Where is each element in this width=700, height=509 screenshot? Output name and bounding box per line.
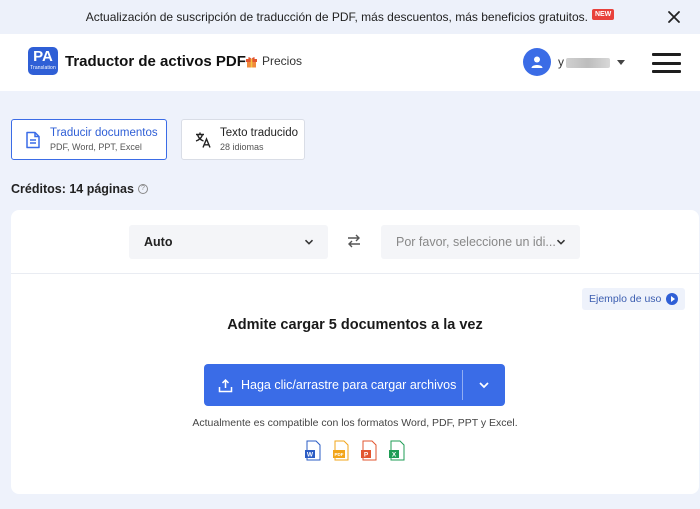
help-icon[interactable]: ? [137,184,148,194]
supported-formats-text: Actualmente es compatible con los format… [192,417,518,429]
excel-icon: X [389,440,405,461]
tab-subtitle: 28 idiomas [220,142,264,152]
hamburger-menu-icon[interactable] [652,53,681,73]
translate-icon [195,132,211,148]
username-text: y [558,55,564,69]
target-language-select[interactable]: Por favor, seleccione un idi... [381,225,580,259]
target-language-placeholder: Por favor, seleccione un idi... [396,235,556,249]
tab-translate-documents[interactable]: Traducir documentos PDF, Word, PPT, Exce… [11,119,167,160]
new-badge: NEW [591,8,615,20]
source-language-value: Auto [144,235,173,249]
svg-text:PDF: PDF [335,452,344,457]
tab-title: Traducir documentos [50,127,158,139]
upload-icon [218,378,233,392]
upload-button[interactable]: Haga clic/arrastre para cargar archivos [204,364,462,406]
avatar [523,48,551,76]
header: PA Translation Traductor de activos PDF … [0,34,700,91]
play-icon [666,293,679,305]
upload-button-group: Haga clic/arrastre para cargar archivos [204,364,505,406]
logo[interactable]: PA Translation [28,47,58,75]
usage-example-label: Ejemplo de uso [589,293,662,305]
tab-subtitle: PDF, Word, PPT, Excel [50,142,142,152]
swap-icon[interactable] [346,233,362,249]
username: y [558,55,610,69]
upload-label: Haga clic/arrastre para cargar archivos [241,378,457,392]
chevron-down-icon [479,382,489,389]
credits: Créditos: 14 páginas ? [11,182,148,196]
language-row: Auto Por favor, seleccione un idi... [11,210,699,274]
announcement-bar: Actualización de suscripción de traducci… [0,0,700,34]
user-icon [531,56,543,68]
pricing-label: Precios [262,54,303,68]
svg-text:X: X [392,452,397,459]
word-icon: W [305,440,321,461]
chevron-down-icon [556,239,566,245]
file-format-icons: W PDF P X [304,440,406,461]
gift-icon [246,56,257,67]
pdf-icon: PDF [333,440,349,461]
announcement-text: Actualización de suscripción de traducci… [85,10,588,24]
tab-translated-text[interactable]: Texto traducido 28 idiomas [181,119,305,160]
user-menu[interactable]: y [523,48,625,76]
caret-down-icon [617,59,625,65]
logo-subtext: Translation [30,65,56,71]
logo-text: PA [33,48,53,65]
source-language-select[interactable]: Auto [129,225,328,259]
tab-title: Texto traducido [220,127,298,139]
pricing-link[interactable]: Precios [245,54,302,68]
brand-name: Traductor de activos PDF [65,53,246,70]
document-icon [26,131,40,148]
chevron-down-icon [304,239,314,245]
translate-card: Auto Por favor, seleccione un idi... Eje… [11,210,699,494]
username-redaction [566,57,610,68]
upload-headline: Admite cargar 5 documentos a la vez [227,317,483,333]
svg-text:W: W [307,452,314,459]
usage-example-button[interactable]: Ejemplo de uso [582,288,686,310]
ppt-icon: P [361,440,377,461]
svg-text:P: P [364,452,369,459]
close-icon[interactable] [666,9,682,25]
credits-label: Créditos: 14 páginas [11,182,134,196]
upload-options-dropdown[interactable] [463,364,505,406]
